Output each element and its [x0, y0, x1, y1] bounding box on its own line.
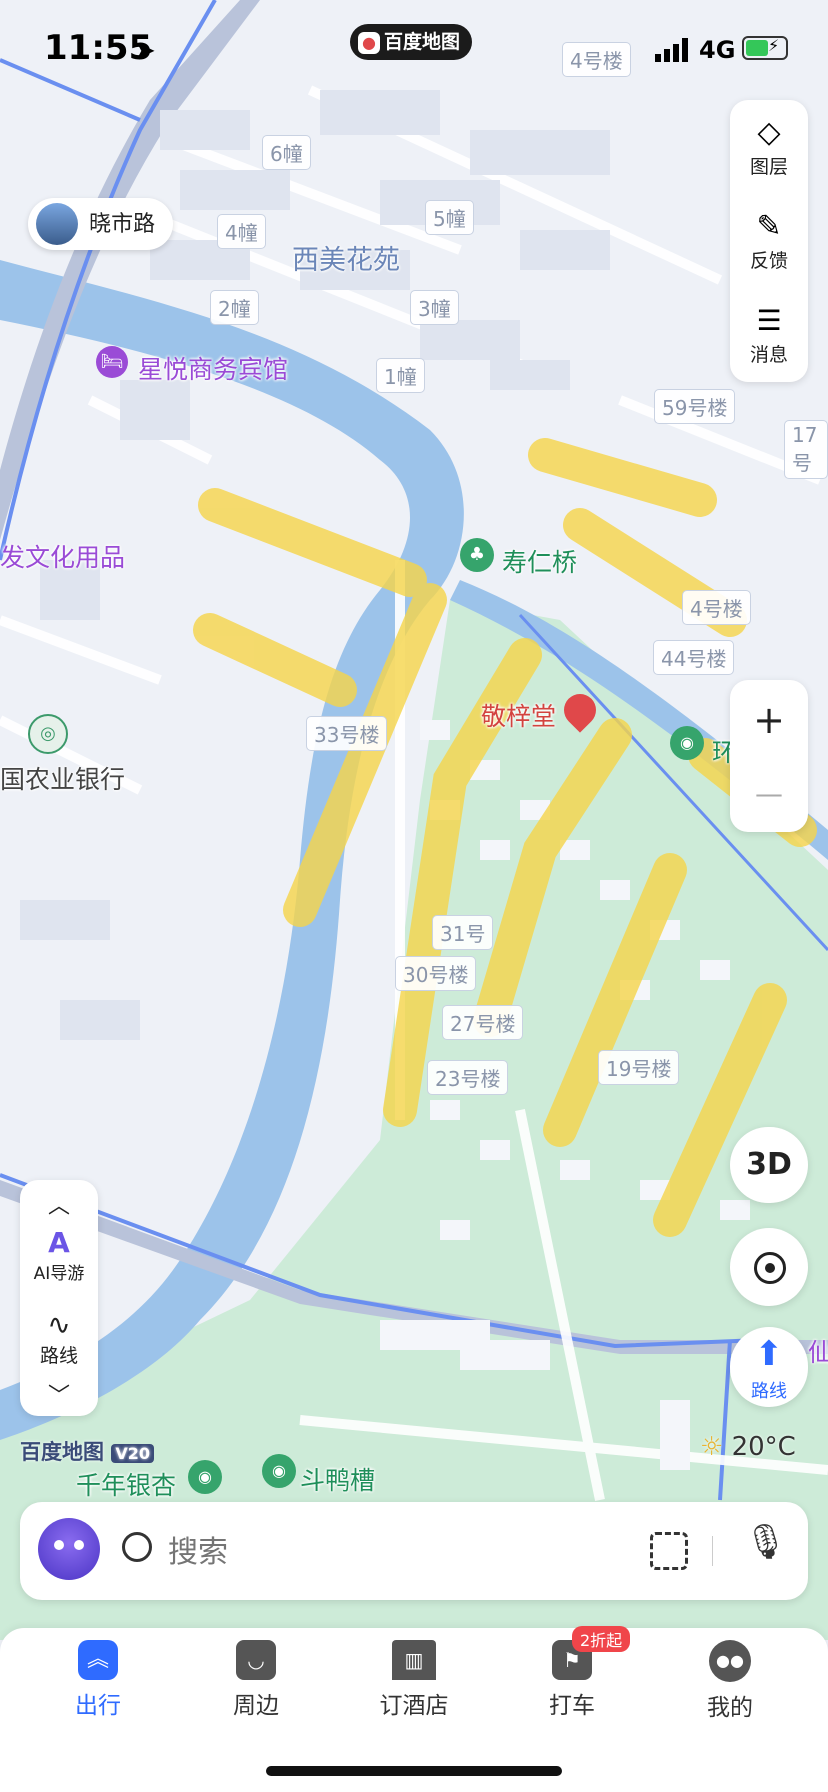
area-label: 西美花苑: [292, 245, 400, 276]
nav-label-hotel: 订酒店: [379, 1693, 449, 1719]
bank-label[interactable]: 国农业银行: [0, 760, 125, 796]
park-icon[interactable]: ♣: [460, 538, 494, 572]
building-label: 30号楼: [395, 956, 477, 991]
nav-label-taxi: 打车: [549, 1693, 595, 1719]
taxi-discount-badge: 2折起: [572, 1626, 631, 1652]
map-logo-version: V20: [111, 1444, 154, 1463]
nav-label-nearby: 周边: [233, 1693, 279, 1719]
locate-button[interactable]: [730, 1228, 808, 1306]
building-label: 4号楼: [562, 42, 631, 77]
signal-icon: [655, 38, 689, 62]
divider: [712, 1536, 713, 1566]
ai-guide-button[interactable]: A AI导游: [20, 1226, 98, 1284]
layers-icon: ◇: [757, 115, 781, 150]
map-tools-panel: ◇ 图层 ✎ 反馈 ☰ 消息: [730, 100, 808, 382]
messages-button[interactable]: ☰ 消息: [730, 306, 808, 367]
chevron-up-icon[interactable]: ︿: [20, 1188, 98, 1220]
3d-button[interactable]: 3D: [730, 1127, 808, 1203]
nav-item-taxi[interactable]: ⚑ 打车 2折起: [512, 1626, 632, 1720]
route-button[interactable]: ⬆ 路线: [730, 1327, 808, 1407]
ai-guide-label: AI导游: [33, 1264, 85, 1284]
feedback-label: 反馈: [749, 250, 788, 272]
building-label: 17号: [784, 420, 828, 479]
microphone-icon[interactable]: 🎙: [744, 1522, 787, 1562]
feedback-button[interactable]: ✎ 反馈: [730, 212, 808, 273]
building-label: 4幢: [217, 214, 266, 249]
location-bubble[interactable]: 晓市路: [28, 198, 174, 250]
chevron-down-icon[interactable]: ﹀: [20, 1378, 98, 1410]
route-planning-button[interactable]: ∿ 路线: [20, 1308, 98, 1368]
street-avatar: [36, 203, 78, 245]
scenic-icon[interactable]: ◉: [262, 1454, 296, 1488]
battery-icon: ⚡: [742, 36, 788, 60]
poi-bottom-right-label[interactable]: 仙: [808, 1333, 828, 1369]
qiannian-label[interactable]: 千年银杏: [76, 1466, 176, 1502]
edit-icon: ✎: [756, 209, 782, 244]
nav-label-travel: 出行: [75, 1693, 121, 1719]
ai-guide-icon: A: [48, 1226, 70, 1259]
route-label: 路线: [751, 1381, 787, 1402]
map-logo: 百度地图 V20: [20, 1436, 154, 1466]
travel-icon: ︽: [78, 1640, 118, 1680]
scenic-icon[interactable]: ◉: [670, 726, 704, 760]
nav-item-travel[interactable]: ︽ 出行: [38, 1640, 158, 1720]
hotel-building-icon: ▥: [392, 1640, 436, 1680]
network-type: 4G: [699, 36, 736, 64]
route-planning-label: 路线: [39, 1345, 78, 1367]
home-indicator: [266, 1766, 562, 1776]
app-pill[interactable]: ● 百度地图: [350, 24, 473, 60]
search-input[interactable]: [166, 1526, 630, 1578]
building-label: 3幢: [410, 290, 459, 325]
building-label: 23号楼: [427, 1060, 509, 1095]
nav-label-profile: 我的: [707, 1695, 753, 1721]
nearby-icon: ◡: [236, 1640, 276, 1680]
bridge-label[interactable]: 寿仁桥: [502, 543, 577, 579]
layers-button[interactable]: ◇ 图层: [730, 118, 808, 179]
zoom-out-button[interactable]: —: [730, 764, 808, 824]
scenic-icon[interactable]: ◉: [188, 1460, 222, 1494]
map-logo-name: 百度地图: [20, 1440, 104, 1464]
messages-label: 消息: [749, 344, 788, 366]
app-pill-label: 百度地图: [384, 31, 461, 53]
nav-item-hotel[interactable]: ▥ 订酒店: [354, 1640, 474, 1720]
scan-icon[interactable]: [650, 1532, 688, 1570]
location-arrow-icon: ➤: [134, 36, 156, 66]
profile-icon: ●●: [709, 1640, 751, 1682]
building-label: 27号楼: [442, 1005, 524, 1040]
building-label: 33号楼: [306, 716, 388, 751]
building-label: 44号楼: [653, 640, 735, 675]
hotel-icon[interactable]: 🛏: [96, 346, 128, 378]
weather-widget[interactable]: ☼ 20°C: [700, 1432, 796, 1462]
zoom-control: + —: [730, 680, 808, 832]
route-arrow-icon: ⬆: [754, 1334, 784, 1374]
building-label: 59号楼: [654, 389, 736, 424]
temple-label[interactable]: 敬梓堂: [481, 697, 556, 733]
building-label: 6幢: [262, 135, 311, 170]
location-bubble-label: 晓市路: [89, 211, 156, 237]
building-label: 19号楼: [598, 1050, 680, 1085]
bank-icon[interactable]: ◎: [28, 714, 68, 754]
search-bar[interactable]: 🎙: [20, 1502, 808, 1600]
building-label: 31号: [432, 915, 494, 950]
message-icon: ☰: [756, 304, 782, 337]
shop-label[interactable]: 发文化用品: [0, 538, 125, 574]
hotel-label[interactable]: 星悦商务宾馆: [138, 350, 288, 386]
building-label: 4号楼: [682, 590, 751, 625]
weather-icon: ☼: [700, 1432, 724, 1462]
search-icon: [122, 1532, 152, 1562]
layers-label: 图层: [749, 156, 788, 178]
route-path-icon: ∿: [47, 1308, 71, 1341]
left-tools-panel: ︿ A AI导游 ∿ 路线 ﹀: [20, 1180, 98, 1416]
zoom-in-button[interactable]: +: [730, 690, 808, 750]
nav-item-profile[interactable]: ●● 我的: [670, 1640, 790, 1722]
building-label: 2幢: [210, 290, 259, 325]
assistant-avatar-icon[interactable]: [38, 1518, 100, 1580]
douyacao-label[interactable]: 斗鸭槽: [300, 1461, 375, 1497]
temperature: 20°C: [731, 1432, 796, 1462]
nav-item-nearby[interactable]: ◡ 周边: [196, 1640, 316, 1720]
building-label: 1幢: [376, 358, 425, 393]
baidu-map-logo-icon: ●: [358, 31, 380, 54]
building-label: 5幢: [425, 200, 474, 235]
